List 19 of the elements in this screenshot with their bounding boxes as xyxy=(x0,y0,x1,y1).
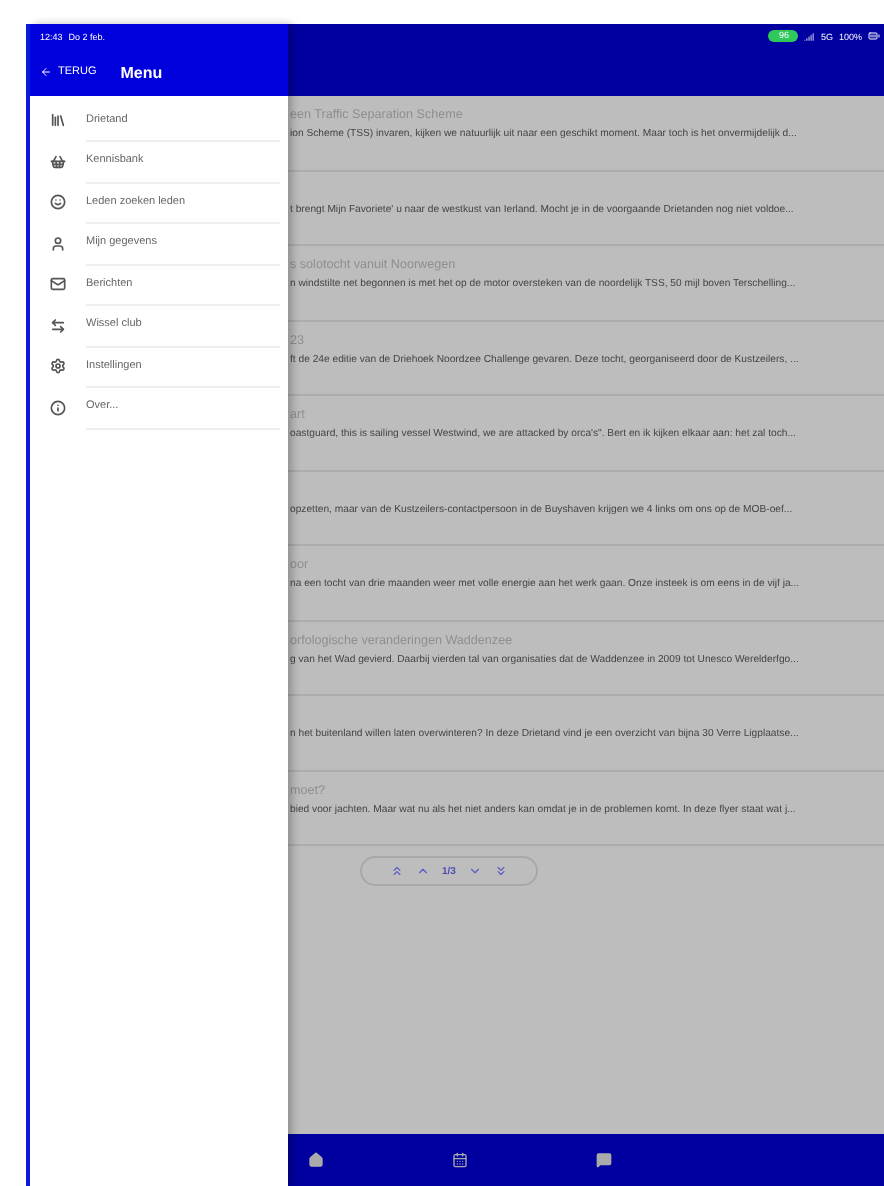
settings-icon xyxy=(50,358,66,375)
info-icon xyxy=(50,399,66,416)
battery-icon xyxy=(868,30,880,42)
chat-tab[interactable] xyxy=(596,1152,612,1168)
home-tab[interactable] xyxy=(308,1152,324,1168)
signal-icon xyxy=(804,31,815,41)
next-page-button[interactable] xyxy=(467,864,482,878)
person-icon xyxy=(50,235,66,252)
smiley-icon xyxy=(50,194,66,211)
previous-page-button[interactable] xyxy=(416,864,430,878)
first-page-button[interactable] xyxy=(390,864,404,878)
last-page-button[interactable] xyxy=(493,864,508,878)
swap-arrows-icon xyxy=(50,317,66,334)
menu-title: Menu xyxy=(120,63,163,81)
basket-icon xyxy=(50,153,66,170)
arrow-left-icon xyxy=(40,66,52,78)
bookshelf-icon xyxy=(50,112,66,129)
calendar-tab[interactable] xyxy=(452,1152,468,1168)
mail-icon xyxy=(50,276,66,293)
